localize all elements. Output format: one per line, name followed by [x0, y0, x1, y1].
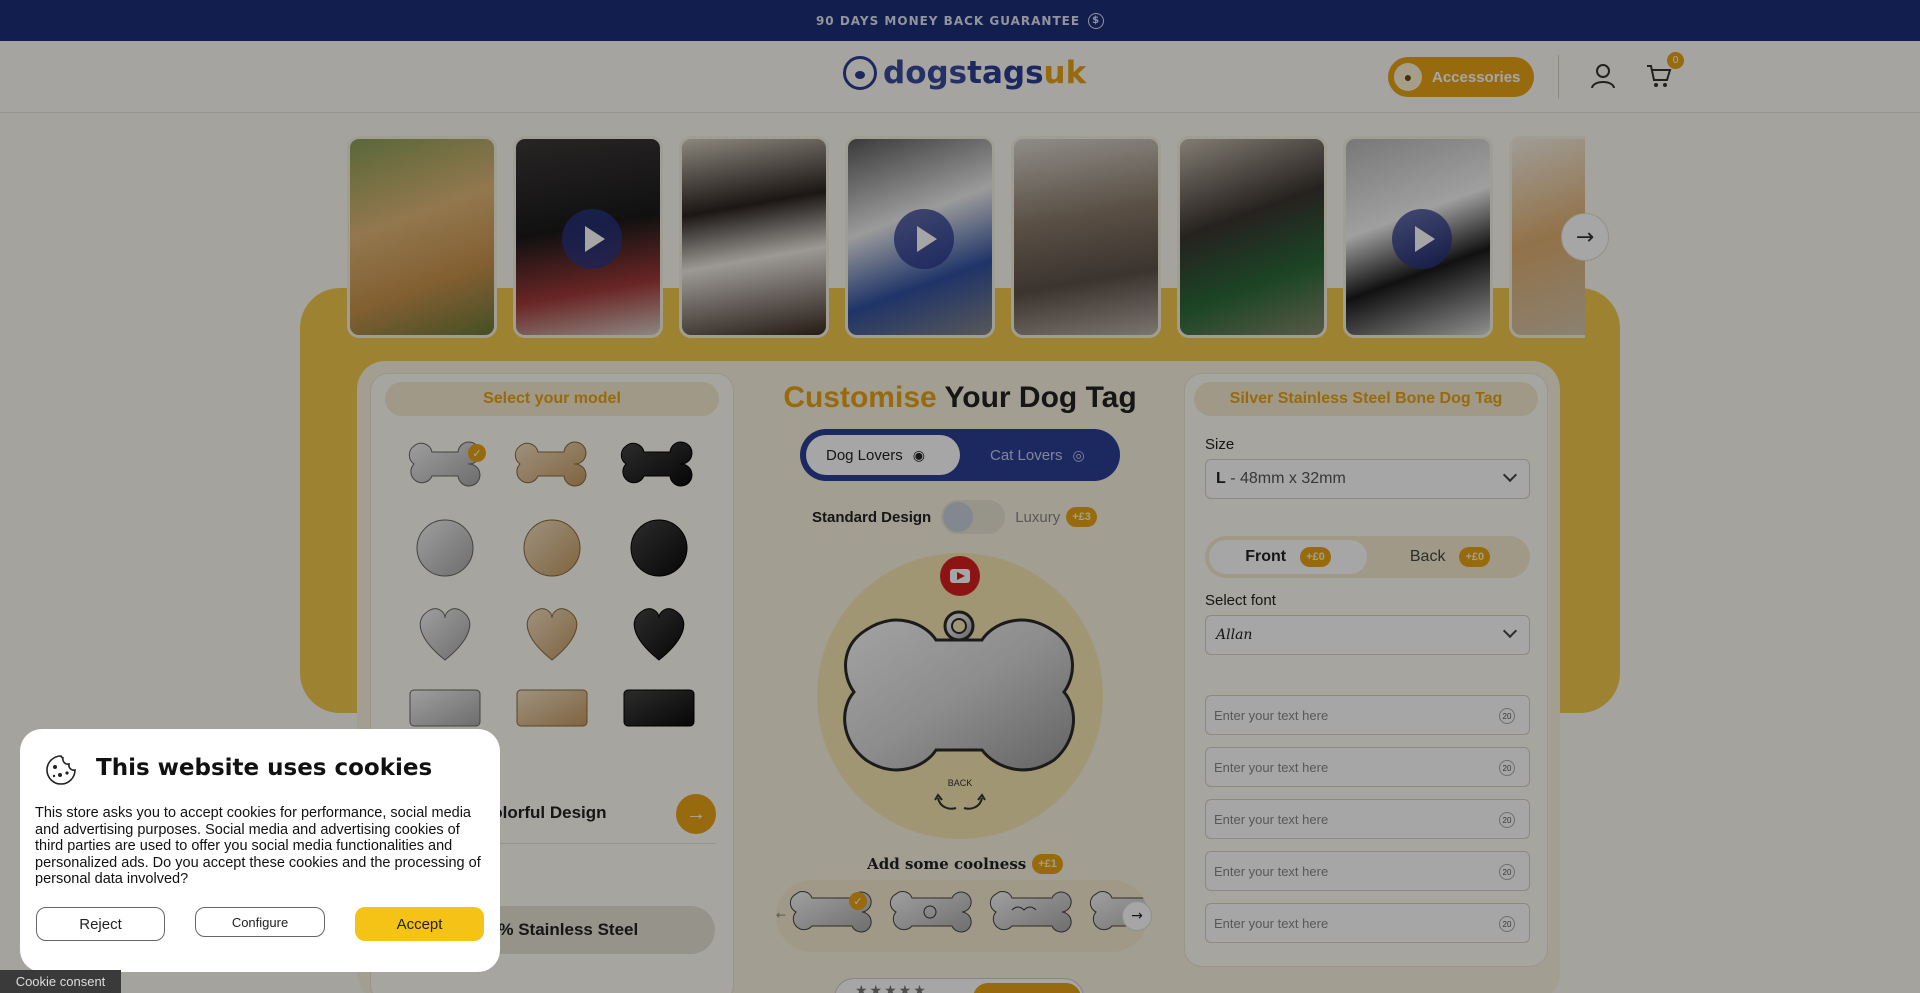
reject-button[interactable]: Reject: [36, 907, 165, 941]
configure-button[interactable]: Configure: [195, 907, 325, 937]
cookie-consent-tab[interactable]: Cookie consent: [0, 970, 121, 993]
cookie-dialog: This website uses cookies This store ask…: [20, 729, 500, 972]
cookie-title: This website uses cookies: [96, 755, 433, 781]
cookie-body: This store asks you to accept cookies fo…: [35, 805, 481, 887]
accept-button[interactable]: Accept: [355, 907, 484, 941]
cookie-icon: [46, 755, 76, 785]
